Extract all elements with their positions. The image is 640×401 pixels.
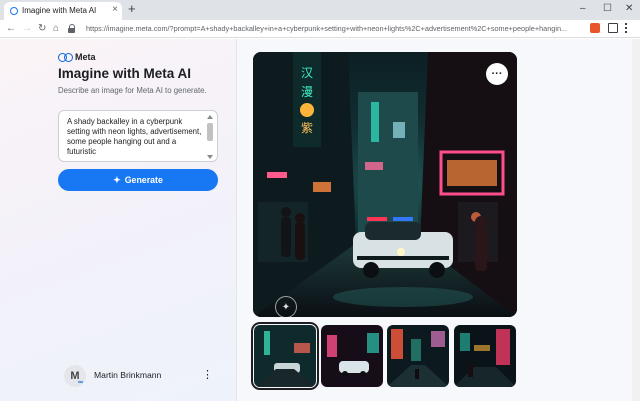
scroll-thumb[interactable] <box>207 123 213 141</box>
meta-badge-icon: ∞ <box>78 379 83 386</box>
minimize-button[interactable]: – <box>580 2 586 16</box>
forward-button[interactable]: → <box>22 22 32 36</box>
thumbnail-image <box>254 325 316 387</box>
thumbnail-image <box>321 325 383 387</box>
thumbnail-image <box>387 325 449 387</box>
image-panel: 汉 漫 紫 ✦ ··· <box>237 39 640 401</box>
page-scrollbar[interactable] <box>632 39 640 401</box>
brand-name: Meta <box>75 52 96 62</box>
page-subtitle: Describe an image for Meta AI to generat… <box>58 86 207 95</box>
browser-tab[interactable]: Imagine with Meta AI × <box>4 2 122 20</box>
svg-text:漫: 漫 <box>301 85 313 99</box>
lock-icon <box>68 24 76 33</box>
sidebar: Meta Imagine with Meta AI Describe an im… <box>0 39 236 401</box>
imagined-with-ai-watermark: ✦ <box>275 296 297 317</box>
thumbnail-2[interactable] <box>321 325 383 387</box>
sparkle-icon: ✦ <box>113 174 121 185</box>
sidebar-toggle-icon[interactable] <box>608 23 618 33</box>
reload-button[interactable]: ↻ <box>38 22 46 36</box>
svg-text:汉: 汉 <box>301 66 313 80</box>
thumbnail-4[interactable] <box>454 325 516 387</box>
scroll-down-icon[interactable] <box>207 155 213 159</box>
cyberpunk-alley-image: 汉 漫 紫 <box>253 52 517 317</box>
back-button[interactable]: ← <box>6 22 16 36</box>
user-name: Martin Brinkmann <box>94 370 162 380</box>
generate-label: Generate <box>124 175 163 185</box>
meta-infinity-icon <box>58 53 73 62</box>
new-tab-button[interactable]: + <box>128 2 136 16</box>
svg-text:紫: 紫 <box>301 121 313 135</box>
generated-image[interactable]: 汉 漫 紫 ✦ <box>253 52 517 317</box>
tab-title: Imagine with Meta AI <box>22 6 97 15</box>
scroll-up-icon[interactable] <box>207 115 213 119</box>
prompt-input[interactable]: A shady backalley in a cyberpunk setting… <box>58 110 218 162</box>
menu-icon[interactable] <box>625 23 633 33</box>
bookmark-icon[interactable]: ⌂ <box>53 22 59 36</box>
meta-favicon-icon <box>10 7 18 15</box>
page-title: Imagine with Meta AI <box>58 66 192 81</box>
prompt-scrollbar[interactable] <box>207 115 213 159</box>
thumbnail-1[interactable] <box>251 322 319 390</box>
thumbnail-image <box>454 325 516 387</box>
user-profile[interactable]: M ∞ Martin Brinkmann ⋮ <box>64 364 214 388</box>
generate-button[interactable]: ✦ Generate <box>58 169 218 191</box>
more-options-icon[interactable]: ⋮ <box>202 368 213 382</box>
maximize-button[interactable]: ☐ <box>603 2 612 16</box>
prompt-text[interactable]: A shady backalley in a cyberpunk setting… <box>67 117 203 157</box>
meta-logo: Meta <box>58 52 96 62</box>
thumbnail-3[interactable] <box>387 325 449 387</box>
url-field[interactable]: https://imagine.meta.com/?prompt=A+shady… <box>64 22 572 36</box>
url-text: https://imagine.meta.com/?prompt=A+shady… <box>86 24 568 33</box>
brave-shield-icon[interactable] <box>590 23 600 33</box>
address-bar: ← → ↻ ⌂ https://imagine.meta.com/?prompt… <box>0 20 640 38</box>
image-more-options-button[interactable]: ··· <box>486 63 508 85</box>
tab-bar: Imagine with Meta AI × + – ☐ ✕ <box>0 0 640 20</box>
close-tab-icon[interactable]: × <box>112 4 118 16</box>
close-window-button[interactable]: ✕ <box>625 2 633 16</box>
